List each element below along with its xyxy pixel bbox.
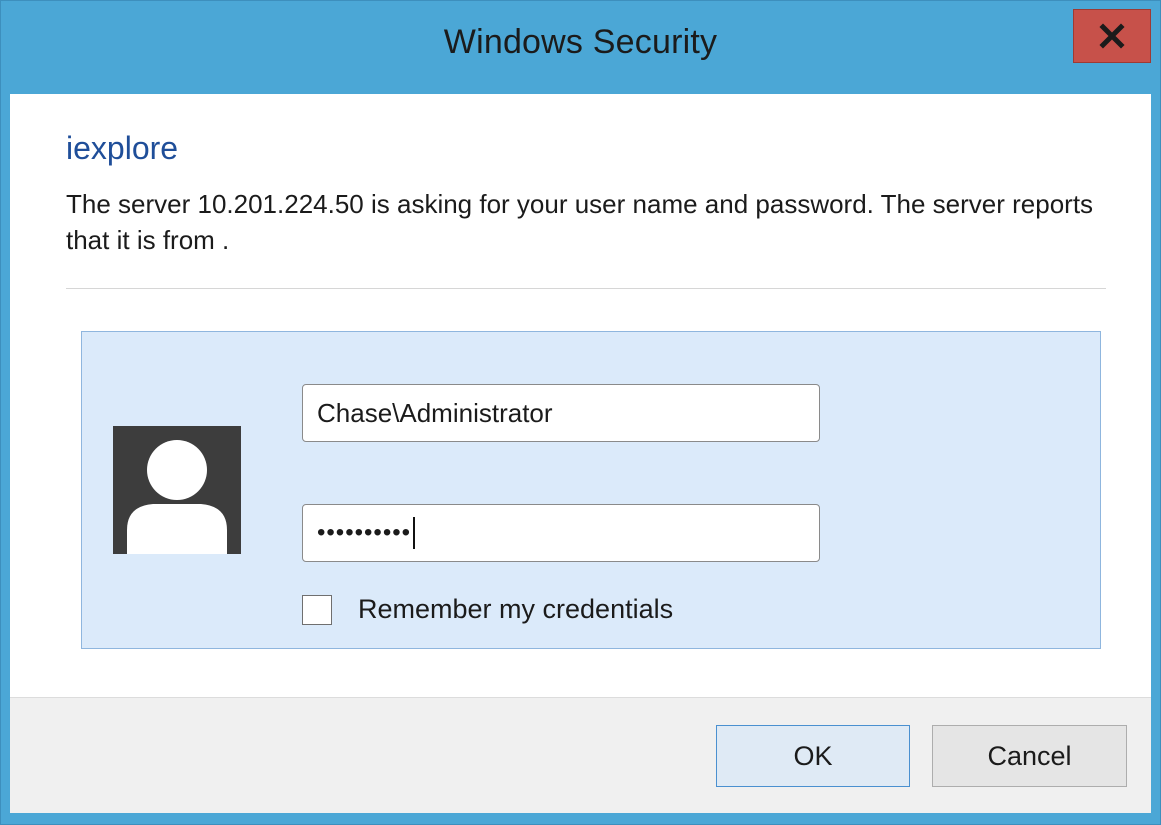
text-caret	[413, 517, 416, 549]
username-input[interactable]: Chase\Administrator	[302, 384, 820, 442]
password-input[interactable]: ••••••••••	[302, 504, 820, 562]
close-button[interactable]	[1073, 9, 1151, 63]
button-bar: OK Cancel	[10, 697, 1151, 813]
title-bar[interactable]: Windows Security	[1, 1, 1160, 93]
remember-credentials-label[interactable]: Remember my credentials	[358, 594, 673, 625]
username-value: Chase\Administrator	[317, 397, 553, 428]
dialog-title: Windows Security	[443, 23, 718, 61]
close-icon	[1099, 23, 1125, 49]
separator	[66, 288, 1106, 289]
remember-credentials-checkbox[interactable]	[302, 594, 332, 625]
security-dialog: Windows Security iexplore The server 10.…	[0, 0, 1161, 825]
server-message: The server 10.201.224.50 is asking for y…	[66, 189, 1094, 255]
app-name: iexplore	[66, 130, 179, 166]
ok-button[interactable]: OK	[716, 725, 910, 787]
cancel-button[interactable]: Cancel	[932, 725, 1127, 787]
password-value: ••••••••••	[317, 519, 412, 546]
remember-credentials-row[interactable]: Remember my credentials	[302, 594, 673, 625]
dialog-body: iexplore The server 10.201.224.50 is ask…	[10, 94, 1151, 813]
user-avatar-icon	[113, 426, 241, 554]
credential-tile: Chase\Administrator •••••••••• Remember …	[81, 331, 1101, 649]
